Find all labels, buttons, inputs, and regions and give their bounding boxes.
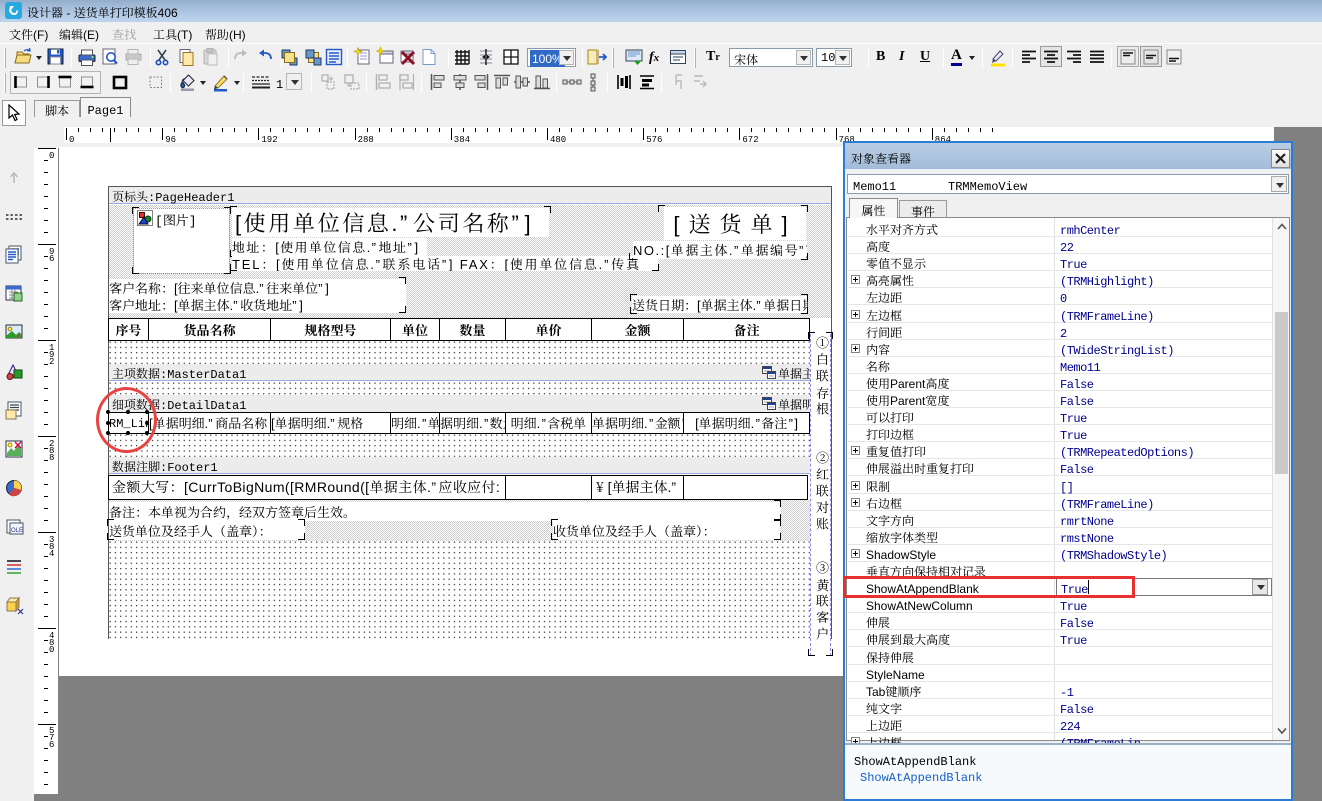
svg-text:OLE: OLE [11, 525, 23, 534]
